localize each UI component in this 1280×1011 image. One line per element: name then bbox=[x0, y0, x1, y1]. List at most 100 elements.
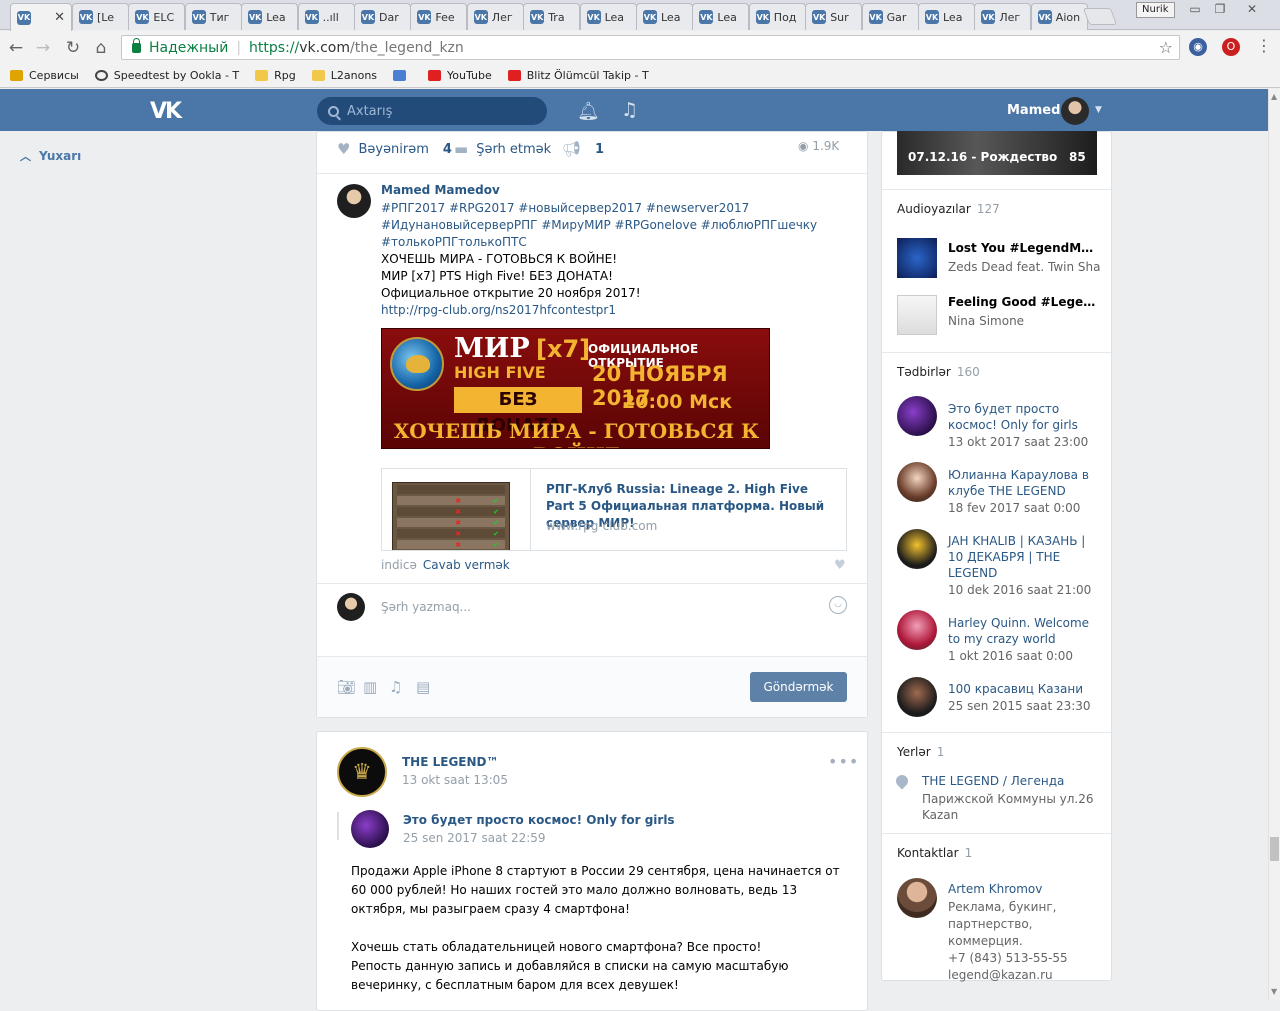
contacts-header[interactable]: Kontaktlar 1 bbox=[897, 846, 972, 860]
extension-icon[interactable]: ◉ bbox=[1189, 38, 1207, 56]
browser-tab[interactable]: VK Lea bbox=[241, 3, 299, 30]
event-image[interactable] bbox=[897, 610, 937, 650]
browser-tab[interactable]: VK Под bbox=[748, 3, 806, 30]
comment-link[interactable]: http://rpg-club.org/ns2017hfcontestpr1 bbox=[381, 302, 851, 319]
back-icon[interactable]: ← bbox=[5, 37, 27, 59]
restore-icon[interactable]: ❐ bbox=[1208, 1, 1232, 17]
share-button[interactable]: 📢︎ 1 bbox=[562, 140, 604, 158]
more-options-icon[interactable]: ••• bbox=[828, 752, 859, 771]
profile-button[interactable]: Nurik bbox=[1136, 2, 1175, 18]
browser-tab[interactable]: VK ✕ bbox=[10, 3, 72, 31]
browser-tab[interactable]: VK Лег bbox=[466, 3, 524, 30]
promo-banner-image[interactable]: МИР [x7] HIGH FIVE ОФИЦИАЛЬНОЕ ОТКРЫТИЕ … bbox=[381, 328, 770, 449]
bookmark-star-icon[interactable]: ☆ bbox=[1159, 38, 1173, 57]
audio-cover[interactable] bbox=[897, 295, 937, 335]
send-button[interactable]: Göndərmək bbox=[750, 672, 847, 702]
event-image[interactable] bbox=[897, 677, 937, 717]
browser-tab[interactable]: VK Fee bbox=[410, 3, 468, 30]
forward-icon[interactable]: → bbox=[32, 37, 54, 59]
bookmark-item[interactable]: Blitz Ölümcül Takip - T bbox=[507, 69, 649, 82]
browser-tab[interactable]: VK Sur bbox=[805, 3, 863, 30]
home-icon[interactable]: ⌂ bbox=[90, 37, 112, 59]
repost-date[interactable]: 25 sen 2017 saat 22:59 bbox=[403, 831, 546, 845]
audio-cover[interactable] bbox=[897, 238, 937, 278]
scroll-up-icon[interactable]: ▲ bbox=[1271, 92, 1277, 101]
browser-tab[interactable]: VK Aion bbox=[1030, 3, 1088, 30]
vk-logo[interactable]: VK bbox=[150, 99, 186, 124]
chevron-down-icon[interactable]: ▼ bbox=[1095, 105, 1102, 115]
search-input[interactable]: Axtarış bbox=[317, 97, 547, 125]
address-bar[interactable]: Надежный | https://vk.com/the_legend_kzn… bbox=[121, 35, 1180, 60]
notifications-bell-icon[interactable]: 🔔︎ bbox=[577, 101, 600, 122]
browser-tab[interactable]: VK Gar bbox=[861, 3, 919, 30]
contact-avatar[interactable] bbox=[897, 878, 937, 918]
browser-tab[interactable]: VK Лег bbox=[974, 3, 1032, 30]
browser-tab[interactable]: VK Lea bbox=[636, 3, 693, 30]
close-tab-icon[interactable]: ✕ bbox=[54, 10, 65, 25]
new-tab-button[interactable] bbox=[1082, 8, 1118, 25]
audio-header[interactable]: Audioyazılar 127 bbox=[897, 202, 1000, 216]
user-avatar[interactable] bbox=[1061, 97, 1089, 125]
browser-tab[interactable]: VK Dar bbox=[354, 3, 411, 30]
bookmark-item[interactable] bbox=[393, 70, 412, 81]
scroll-down-icon[interactable]: ▼ bbox=[1271, 987, 1277, 996]
scroll-to-top-link[interactable]: ︿ Yuxarı bbox=[20, 148, 81, 164]
browser-tab[interactable]: VK Lea bbox=[579, 3, 637, 30]
comment-avatar[interactable] bbox=[337, 184, 371, 218]
browser-tab[interactable]: VK ELC bbox=[128, 3, 186, 30]
event-image[interactable] bbox=[897, 529, 937, 569]
browser-tab[interactable]: VK Tra bbox=[523, 3, 581, 30]
page-scrollbar[interactable]: ▲ ▼ bbox=[1268, 89, 1280, 1000]
comment-button[interactable]: ▬ Şərh etmək bbox=[454, 140, 551, 158]
audio-title[interactable]: Feeling Good #LegendMusic bbox=[948, 295, 1100, 309]
browser-tab[interactable]: VK Lea bbox=[918, 3, 975, 30]
repost-author[interactable]: Это будет просто космос! Only for girls bbox=[403, 813, 675, 827]
scrollbar-thumb[interactable] bbox=[1270, 837, 1279, 861]
opera-extension-icon[interactable]: O bbox=[1222, 38, 1240, 56]
comment-like-icon[interactable]: ♥ bbox=[834, 558, 846, 573]
event-image[interactable] bbox=[897, 396, 937, 436]
browser-tab[interactable]: VK ..ıll bbox=[297, 3, 355, 30]
group-avatar[interactable]: ♛ bbox=[337, 747, 387, 797]
like-button[interactable]: ♥ Bəyənirəm 4 bbox=[337, 140, 452, 158]
minimize-icon[interactable]: ▭ bbox=[1183, 1, 1207, 17]
contact-name[interactable]: Artem Khromov bbox=[948, 882, 1042, 896]
browser-tab[interactable]: VK Тиг bbox=[184, 3, 242, 30]
browser-tab[interactable]: VK Lea bbox=[692, 3, 750, 30]
comment-hashtags[interactable]: #РПГ2017 #RPG2017 #новыйсервер2017 #news… bbox=[381, 200, 851, 251]
camera-icon[interactable]: 📷︎ bbox=[337, 678, 356, 696]
comment-author[interactable]: Mamed Mamedov bbox=[381, 183, 500, 197]
browser-tab[interactable]: VK [Le bbox=[72, 3, 129, 30]
document-icon[interactable]: ▤ bbox=[416, 678, 430, 696]
bookmark-item[interactable]: Сервисы bbox=[10, 69, 79, 82]
bookmark-item[interactable]: Speedtest by Ookla - T bbox=[94, 69, 239, 82]
bookmark-item[interactable]: Rpg bbox=[255, 69, 296, 82]
bookmark-item[interactable]: L2anons bbox=[311, 69, 377, 82]
emoji-icon[interactable]: ◡ bbox=[829, 596, 847, 614]
comment-input[interactable]: Şərh yazmaq... bbox=[381, 600, 471, 614]
reload-icon[interactable]: ↻ bbox=[62, 37, 84, 59]
post-date[interactable]: 13 okt saat 13:05 bbox=[402, 773, 508, 787]
event-image[interactable] bbox=[897, 462, 937, 502]
place-title[interactable]: THE LEGEND / Легенда bbox=[922, 774, 1064, 788]
close-window-icon[interactable]: ✕ bbox=[1240, 1, 1264, 17]
user-name[interactable]: Mamed bbox=[1007, 103, 1060, 118]
audio-title[interactable]: Lost You #LegendMusic bbox=[948, 241, 1100, 255]
reply-link[interactable]: Cavab vermək bbox=[423, 558, 510, 572]
browser-menu-icon[interactable]: ⋮ bbox=[1256, 36, 1272, 55]
bookmark-item[interactable]: YouTube bbox=[428, 69, 492, 82]
event-title[interactable]: JAH KHALIB | КАЗАНЬ | 10 ДЕКАБРЯ | THE L… bbox=[948, 533, 1098, 581]
events-header[interactable]: Tədbirlər 160 bbox=[897, 365, 980, 379]
event-title[interactable]: Юлианна Караулова в клубе THE LEGEND bbox=[948, 467, 1098, 499]
audio-artist[interactable]: Nina Simone bbox=[948, 314, 1100, 328]
event-title[interactable]: 100 красавиц Казани bbox=[948, 681, 1098, 697]
event-title[interactable]: Это будет просто космос! Only for girls bbox=[948, 401, 1098, 433]
photo-album[interactable]: 07.12.16 - Рождество 85 bbox=[897, 131, 1097, 175]
link-preview-card[interactable]: ✖ ✔ ✖ ✔ ✖ ✔ ✖ ✔ ✖ ✔ РПГ-Клуб Russia: Lineage 2. H… bbox=[381, 468, 847, 551]
audio-artist[interactable]: Zeds Dead feat. Twin Shadow bbox=[948, 260, 1100, 274]
music-icon[interactable]: ♫ bbox=[389, 678, 402, 696]
places-header[interactable]: Yerlər 1 bbox=[897, 745, 944, 759]
event-title[interactable]: Harley Quinn. Welcome to my crazy world bbox=[948, 615, 1098, 647]
repost-avatar[interactable] bbox=[351, 810, 389, 848]
video-icon[interactable]: ▥ bbox=[363, 678, 377, 696]
